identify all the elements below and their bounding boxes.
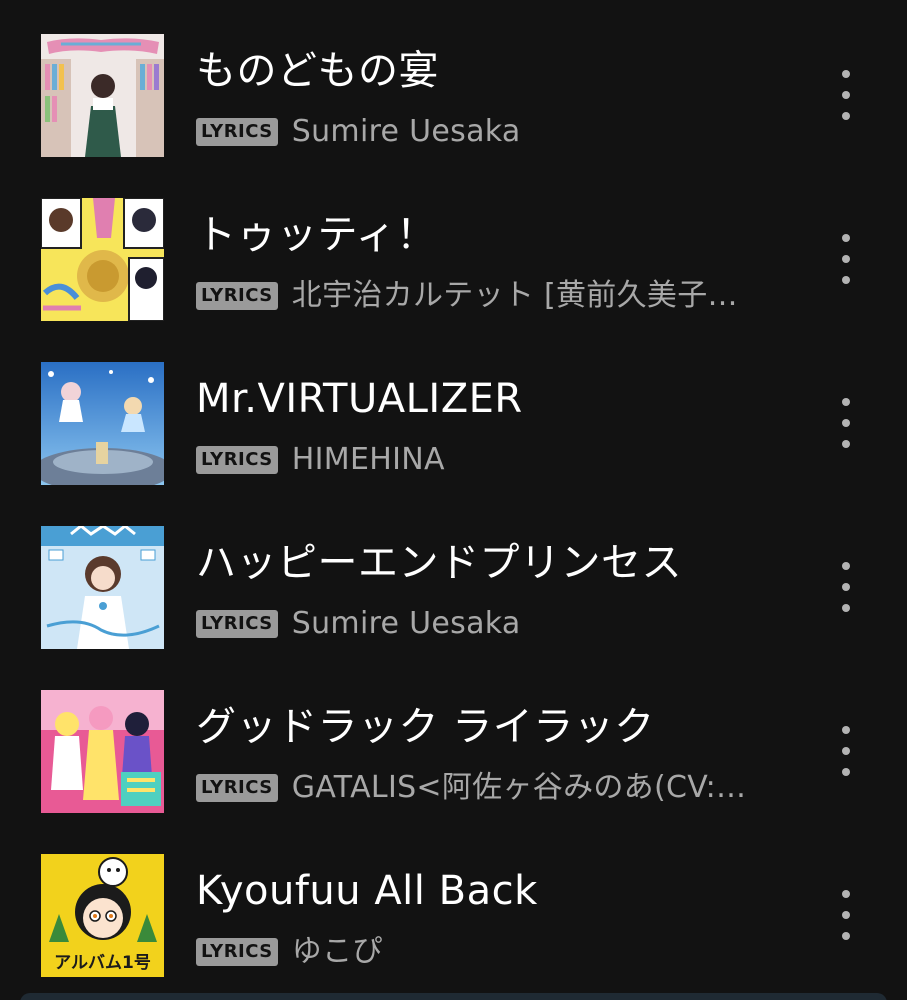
track-artist: HIMEHINA [291,442,445,477]
lyrics-badge: LYRICS [196,774,278,802]
more-options-icon[interactable] [826,726,866,776]
more-options-icon[interactable] [826,562,866,612]
more-options-icon[interactable] [826,70,866,120]
more-options-icon[interactable] [826,890,866,940]
track-meta: LYRICS 北宇治カルテット [黄前久美子… [196,276,738,316]
track-artist: Sumire Uesaka [291,606,521,641]
album-art [41,690,164,813]
more-options-icon[interactable] [826,398,866,448]
track-row[interactable]: トゥッティ！ LYRICS 北宇治カルテット [黄前久美子… [0,198,907,348]
track-list: ものどもの宴 LYRICS Sumire Uesaka トゥッティ！ LYRIC… [0,0,907,1000]
album-art [41,526,164,649]
album-art [41,34,164,157]
mini-player-edge[interactable] [20,993,887,1000]
track-meta: LYRICS ゆこぴ [196,932,383,972]
track-meta: LYRICS Sumire Uesaka [196,112,521,152]
album-art-text: アルバム1号 [54,953,151,973]
track-row[interactable]: アルバム1号 Kyoufuu All Back LYRICS ゆこぴ [0,854,907,1000]
track-row[interactable]: グッドラック ライラック LYRICS GATALIS<阿佐ヶ谷みのあ(CV:… [0,690,907,840]
album-art [41,362,164,485]
album-art: アルバム1号 [41,854,164,977]
track-meta: LYRICS GATALIS<阿佐ヶ谷みのあ(CV:… [196,768,746,808]
lyrics-badge: LYRICS [196,282,278,310]
track-title: Kyoufuu All Back [196,868,538,914]
lyrics-badge: LYRICS [196,118,278,146]
track-artist: Sumire Uesaka [291,114,521,149]
track-title: グッドラック ライラック [196,704,655,750]
track-title: トゥッティ！ [196,212,437,258]
track-artist: ゆこぴ [291,934,383,969]
lyrics-badge: LYRICS [196,938,278,966]
track-title: ものどもの宴 [196,48,439,94]
lyrics-badge: LYRICS [196,610,278,638]
track-meta: LYRICS Sumire Uesaka [196,604,521,644]
lyrics-badge: LYRICS [196,446,278,474]
more-options-icon[interactable] [826,234,866,284]
track-artist: GATALIS<阿佐ヶ谷みのあ(CV:… [291,770,747,805]
track-row[interactable]: ハッピーエンドプリンセス LYRICS Sumire Uesaka [0,526,907,676]
track-title: Mr.VIRTUALIZER [196,376,523,422]
track-artist: 北宇治カルテット [黄前久美子… [291,278,738,313]
track-row[interactable]: Mr.VIRTUALIZER LYRICS HIMEHINA [0,362,907,512]
track-title: ハッピーエンドプリンセス [196,540,682,586]
album-art [41,198,164,321]
track-meta: LYRICS HIMEHINA [196,440,445,480]
track-row[interactable]: ものどもの宴 LYRICS Sumire Uesaka [0,34,907,184]
